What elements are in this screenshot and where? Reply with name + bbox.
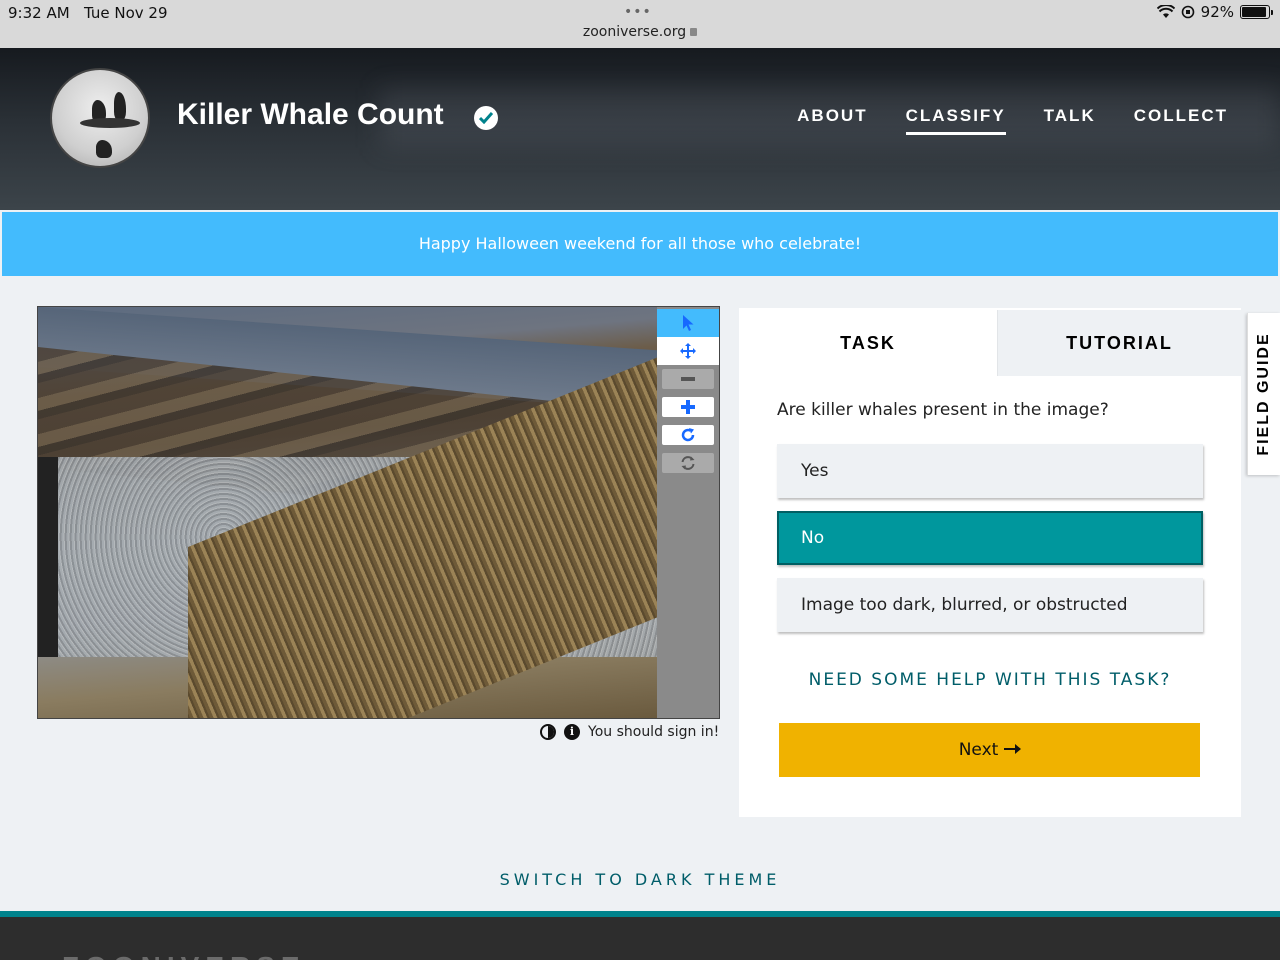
- next-button[interactable]: Next: [779, 723, 1200, 777]
- lock-icon: [690, 28, 698, 36]
- invert-colors-icon[interactable]: [540, 724, 556, 740]
- field-guide-tab[interactable]: FIELD GUIDE: [1247, 313, 1280, 475]
- pointer-icon: [683, 315, 694, 331]
- answer-no[interactable]: No: [777, 511, 1203, 565]
- rotate-icon: [681, 428, 695, 442]
- task-panel: TASK TUTORIAL Are killer whales present …: [739, 308, 1241, 817]
- verified-badge-icon: [474, 106, 498, 130]
- move-icon: [680, 343, 696, 359]
- announcement-banner: Happy Halloween weekend for all those wh…: [2, 212, 1278, 276]
- zooniverse-logo[interactable]: ZOONIVERSE: [62, 951, 306, 960]
- info-icon[interactable]: i: [564, 724, 580, 740]
- arrow-right-icon: [1004, 744, 1022, 754]
- wifi-icon: [1156, 5, 1175, 18]
- zoom-in-button[interactable]: [662, 397, 714, 417]
- address-bar[interactable]: zooniverse.org: [0, 24, 1280, 40]
- orientation-lock-icon: [1181, 5, 1194, 19]
- rotate-button[interactable]: [662, 425, 714, 445]
- status-bar: 9:32 AM Tue Nov 29 ••• zooniverse.org 92…: [0, 0, 1280, 48]
- nav-collect[interactable]: COLLECT: [1134, 106, 1228, 135]
- project-avatar[interactable]: [50, 68, 150, 168]
- subject-image[interactable]: [38, 307, 657, 718]
- status-indicators: 92%: [1156, 3, 1273, 21]
- answer-yes[interactable]: Yes: [777, 444, 1203, 498]
- viewer-footer: i You should sign in!: [540, 724, 719, 740]
- nav-talk[interactable]: TALK: [1044, 106, 1096, 135]
- pointer-tool-button[interactable]: [657, 309, 719, 337]
- reset-icon: [681, 456, 695, 470]
- image-toolbar: [657, 307, 719, 718]
- plus-icon: [681, 400, 695, 414]
- status-time: 9:32 AM Tue Nov 29: [8, 4, 168, 22]
- dark-theme-toggle[interactable]: SWITCH TO DARK THEME: [0, 870, 1280, 889]
- browser-menu-dots[interactable]: •••: [624, 4, 652, 20]
- project-nav: ABOUT CLASSIFY TALK COLLECT: [797, 106, 1228, 135]
- task-question: Are killer whales present in the image?: [777, 400, 1109, 420]
- zoom-out-button[interactable]: [662, 369, 714, 389]
- battery-icon: [1240, 5, 1273, 19]
- minus-icon: [681, 377, 695, 381]
- tab-task[interactable]: TASK: [739, 310, 997, 376]
- answer-obstructed[interactable]: Image too dark, blurred, or obstructed: [777, 578, 1203, 632]
- project-header: Killer Whale Count ABOUT CLASSIFY TALK C…: [0, 48, 1280, 210]
- tab-tutorial[interactable]: TUTORIAL: [997, 310, 1241, 376]
- field-guide-label: FIELD GUIDE: [1255, 332, 1272, 456]
- nav-classify[interactable]: CLASSIFY: [905, 106, 1006, 135]
- project-title[interactable]: Killer Whale Count: [177, 98, 444, 132]
- task-help-link[interactable]: NEED SOME HELP WITH THIS TASK?: [739, 670, 1241, 690]
- nav-about[interactable]: ABOUT: [797, 106, 867, 135]
- reset-button[interactable]: [662, 453, 714, 473]
- subject-viewer: [37, 306, 720, 719]
- site-footer: ZOONIVERSE: [0, 911, 1280, 960]
- move-tool-button[interactable]: [657, 337, 719, 365]
- sign-in-prompt[interactable]: You should sign in!: [588, 724, 719, 740]
- battery-percent: 92%: [1200, 3, 1234, 21]
